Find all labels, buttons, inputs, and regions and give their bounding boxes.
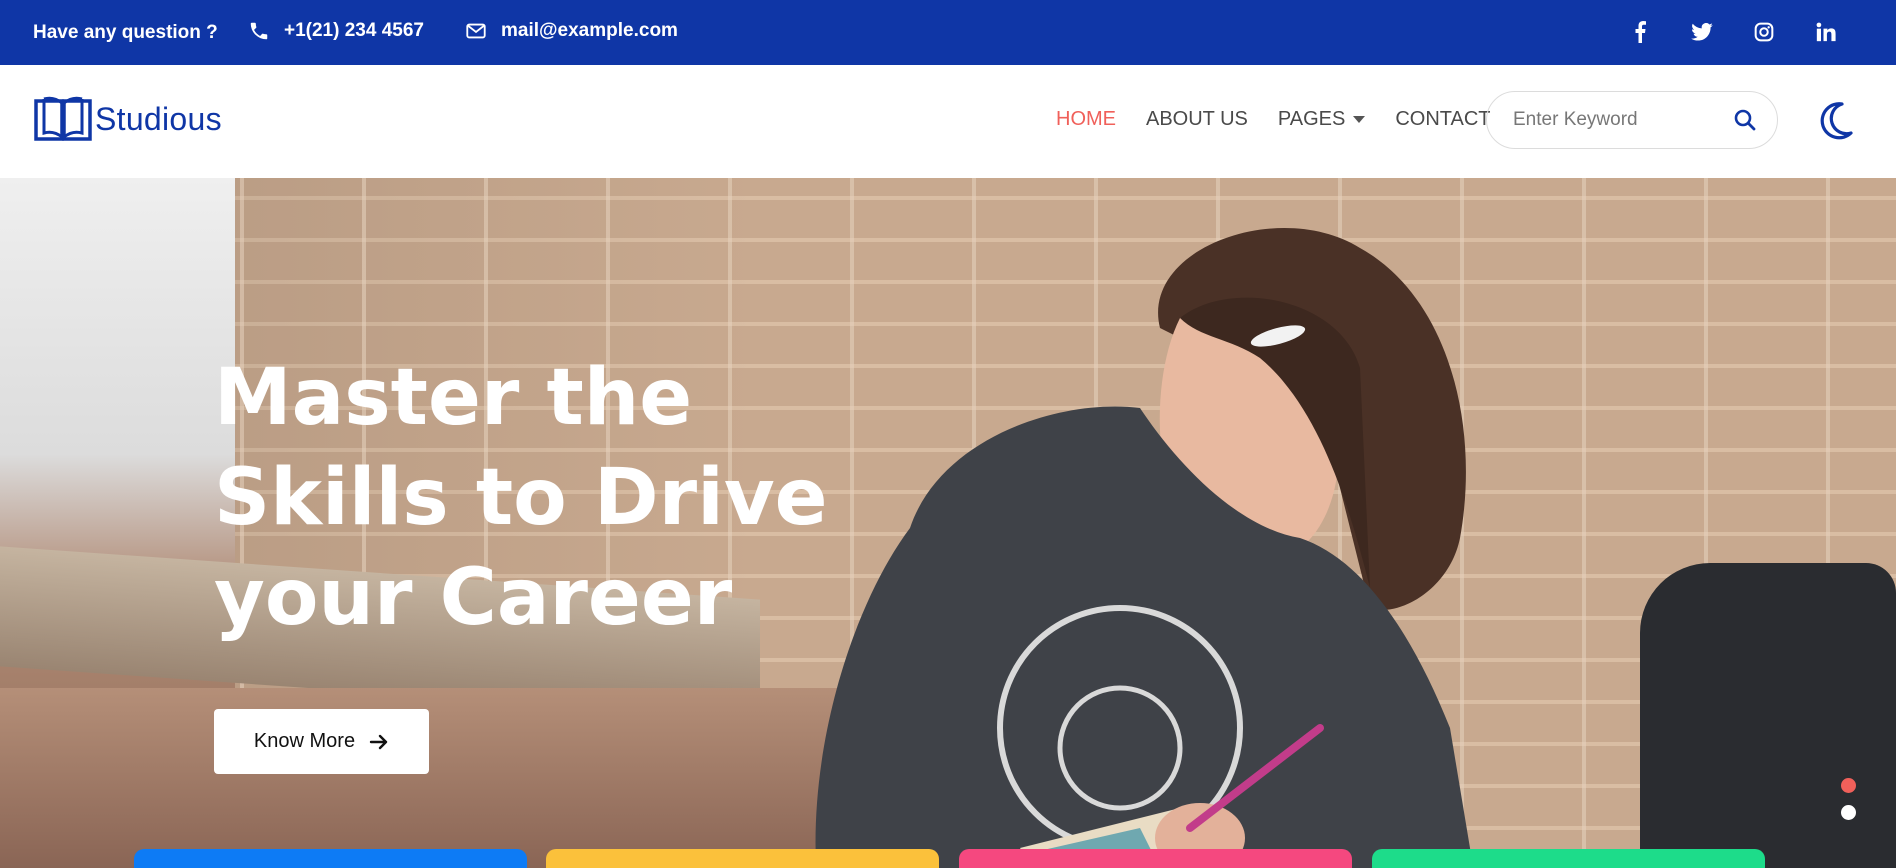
open-book-icon [34,96,92,141]
main-navbar: Studious HOME ABOUT US PAGES CONTACT [0,65,1896,178]
email-contact[interactable]: mail@example.com [465,20,678,42]
facebook-icon[interactable] [1628,20,1652,44]
linkedin-icon[interactable] [1814,20,1838,44]
phone-contact[interactable]: +1(21) 234 4567 [248,20,424,42]
phone-number[interactable]: +1(21) 234 4567 [284,20,424,42]
brand-name[interactable]: Studious [95,101,222,138]
nav-item-about[interactable]: ABOUT US [1146,108,1248,131]
nav-item-home[interactable]: HOME [1056,108,1116,131]
brand-logo[interactable]: Studious [33,95,222,143]
chevron-down-icon [1353,116,1366,123]
hero-title-line-2: Skills to Drive [214,453,828,543]
question-text: Have any question ? [33,22,218,43]
instagram-icon[interactable] [1752,20,1776,44]
main-menu: HOME ABOUT US PAGES CONTACT [1056,108,1521,131]
slider-pagination [1841,778,1856,820]
nav-label-home[interactable]: HOME [1056,108,1116,131]
search-input[interactable] [1513,109,1723,131]
know-more-label[interactable]: Know More [254,730,355,753]
feature-card-4[interactable] [1372,849,1765,868]
search-box [1486,91,1778,149]
hero-slider: Master the Skills to Drive your Career K… [0,178,1896,868]
top-bar: Have any question ? +1(21) 234 4567 mail… [0,0,1896,65]
feature-card-1[interactable] [134,849,527,868]
arrow-right-icon [369,734,388,749]
feature-cards-row [0,849,1896,868]
nav-label-about[interactable]: ABOUT US [1146,108,1248,131]
slide-dot-1[interactable] [1841,778,1856,793]
nav-item-pages[interactable]: PAGES [1278,108,1366,131]
hero-backpack [1640,563,1896,868]
hero-title: Master the Skills to Drive your Career [214,348,934,648]
feature-card-3[interactable] [959,849,1352,868]
twitter-icon[interactable] [1690,20,1714,44]
phone-icon [250,22,268,40]
feature-card-2[interactable] [546,849,939,868]
moon-icon[interactable] [1818,101,1854,141]
search-icon[interactable] [1733,108,1757,132]
social-links [1628,20,1838,44]
email-address[interactable]: mail@example.com [501,20,678,42]
envelope-icon [466,23,486,39]
nav-label-pages[interactable]: PAGES [1278,108,1345,131]
hero-title-line-3: your Career [214,553,733,643]
know-more-button[interactable]: Know More [214,709,429,774]
nav-label-contact[interactable]: CONTACT [1395,108,1490,131]
hero-title-line-1: Master the [214,353,693,443]
nav-item-contact[interactable]: CONTACT [1395,108,1490,131]
slide-dot-2[interactable] [1841,805,1856,820]
